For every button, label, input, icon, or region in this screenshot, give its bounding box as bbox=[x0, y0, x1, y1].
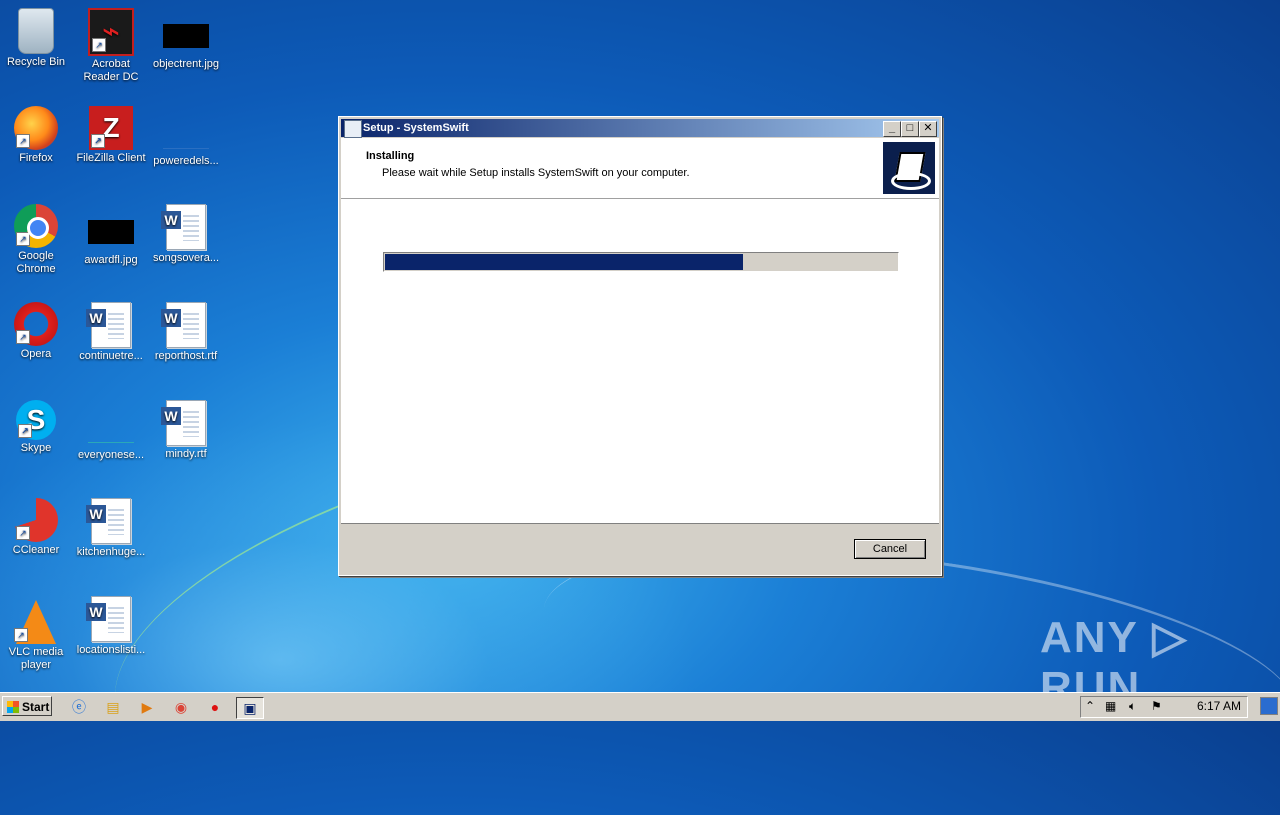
desktop-icon-reporthost[interactable]: W reporthost.rtf bbox=[148, 302, 224, 363]
maximize-button[interactable]: □ bbox=[901, 121, 919, 137]
taskbar: Start ⓔ ▤ ▶ ◉ ● ▣ ⌃ ▦ 🔈︎ ⚑ 6:17 AM bbox=[0, 692, 1280, 721]
shortcut-arrow-icon: ↗ bbox=[16, 526, 30, 540]
ccleaner-icon: ↗ bbox=[14, 498, 58, 542]
page-subtitle: Please wait while Setup installs SystemS… bbox=[382, 167, 690, 179]
clock[interactable]: 6:17 AM bbox=[1197, 699, 1241, 713]
icon-label: Skype bbox=[20, 442, 52, 454]
windows-logo-icon bbox=[7, 701, 19, 713]
icon-label: locationslisti... bbox=[76, 644, 146, 656]
recycle-bin-icon bbox=[18, 8, 54, 54]
shortcut-arrow-icon: ↗ bbox=[18, 424, 32, 438]
desktop-icon-poweredels[interactable]: poweredels... bbox=[148, 106, 224, 168]
word-document-icon: W bbox=[86, 302, 131, 348]
desktop-icon-songsovera[interactable]: W songsovera... bbox=[148, 204, 224, 265]
page-title: Installing bbox=[366, 150, 415, 162]
show-desktop-button[interactable] bbox=[1260, 697, 1278, 715]
shortcut-arrow-icon: ↗ bbox=[16, 134, 30, 148]
desktop-icon-mindy[interactable]: W mindy.rtf bbox=[148, 400, 224, 461]
icon-label: everyonese... bbox=[77, 449, 145, 461]
word-document-icon: W bbox=[161, 302, 206, 348]
cancel-button[interactable]: Cancel bbox=[854, 539, 926, 559]
show-hidden-icons-icon[interactable]: ⌃ bbox=[1085, 699, 1095, 713]
setup-app-icon bbox=[344, 120, 362, 138]
word-document-icon: W bbox=[161, 400, 206, 446]
desktop-icon-opera[interactable]: ↗ Opera bbox=[0, 302, 74, 361]
start-button[interactable]: Start bbox=[2, 696, 52, 716]
icon-label: poweredels... bbox=[153, 155, 219, 167]
desktop-icon-filezilla[interactable]: Z ↗ FileZilla Client bbox=[73, 106, 149, 165]
file-icon bbox=[88, 440, 134, 443]
icon-label: Firefox bbox=[19, 152, 53, 164]
word-document-icon: W bbox=[161, 204, 206, 250]
image-file-icon bbox=[88, 220, 134, 244]
shortcut-arrow-icon: ↗ bbox=[14, 628, 28, 642]
firefox-icon: ↗ bbox=[14, 106, 58, 150]
desktop-icon-objectrent[interactable]: objectrent.jpg bbox=[148, 8, 224, 71]
icon-label: FileZilla Client bbox=[76, 152, 146, 164]
setup-window: Setup - SystemSwift _ □ ✕ Installing Ple… bbox=[338, 116, 942, 576]
desktop-icon-vlc[interactable]: ↗ VLC media player bbox=[0, 596, 74, 672]
filezilla-icon: Z ↗ bbox=[89, 106, 133, 150]
shortcut-arrow-icon: ↗ bbox=[16, 330, 30, 344]
desktop-icon-ccleaner[interactable]: ↗ CCleaner bbox=[0, 498, 74, 557]
installer-logo-icon bbox=[883, 142, 935, 194]
icon-label: Acrobat Reader DC bbox=[83, 58, 139, 83]
icon-label: mindy.rtf bbox=[165, 448, 207, 460]
desktop-icon-locationslisti[interactable]: W locationslisti... bbox=[73, 596, 149, 657]
shortcut-arrow-icon: ↗ bbox=[91, 134, 105, 148]
icon-label: kitchenhuge... bbox=[76, 546, 146, 558]
system-tray: ⌃ ▦ 🔈︎ ⚑ 6:17 AM bbox=[1080, 696, 1248, 718]
action-center-flag-icon[interactable]: ⚑ bbox=[1151, 699, 1162, 713]
icon-label: continuetre... bbox=[79, 350, 143, 362]
desktop-icon-awardfl[interactable]: awardfl.jpg bbox=[73, 204, 149, 267]
vlc-icon: ↗ bbox=[12, 596, 60, 644]
icon-label: Google Chrome bbox=[16, 250, 56, 275]
desktop-icon-skype[interactable]: S ↗ Skype bbox=[0, 400, 74, 455]
shortcut-arrow-icon: ↗ bbox=[92, 38, 106, 52]
image-file-icon bbox=[163, 24, 209, 48]
acrobat-icon: ⌁ ↗ bbox=[88, 8, 134, 56]
desktop-icon-everyonese[interactable]: everyonese... bbox=[73, 400, 149, 462]
opera-icon[interactable]: ● bbox=[204, 697, 226, 717]
explorer-icon[interactable]: ▤ bbox=[102, 697, 124, 717]
icon-label: songsovera... bbox=[152, 252, 220, 264]
start-label: Start bbox=[22, 700, 50, 714]
title-bar[interactable]: Setup - SystemSwift _ □ ✕ bbox=[341, 119, 939, 138]
media-player-icon[interactable]: ▶ bbox=[136, 697, 158, 717]
desktop-icon-chrome[interactable]: ↗ Google Chrome bbox=[0, 204, 74, 276]
shortcut-arrow-icon: ↗ bbox=[16, 232, 30, 246]
volume-icon[interactable]: 🔈︎ bbox=[1129, 699, 1136, 714]
wizard-header: Installing Please wait while Setup insta… bbox=[341, 138, 939, 199]
icon-label: VLC media player bbox=[8, 646, 64, 671]
ie-icon[interactable]: ⓔ bbox=[68, 697, 90, 717]
skype-icon: S ↗ bbox=[16, 400, 56, 440]
icon-label: objectrent.jpg bbox=[152, 58, 220, 70]
setup-taskbar-button[interactable]: ▣ bbox=[236, 697, 264, 719]
wizard-body bbox=[341, 199, 939, 524]
icon-label: awardfl.jpg bbox=[84, 254, 138, 266]
chrome-icon[interactable]: ◉ bbox=[170, 697, 192, 717]
desktop-icon-firefox[interactable]: ↗ Firefox bbox=[0, 106, 74, 165]
word-document-icon: W bbox=[86, 596, 131, 642]
progress-fill bbox=[385, 254, 743, 270]
file-icon bbox=[163, 146, 209, 149]
icon-label: reporthost.rtf bbox=[154, 350, 218, 362]
icon-label: Opera bbox=[20, 348, 52, 360]
install-progress-bar bbox=[383, 252, 899, 272]
desktop-icon-kitchenhuge[interactable]: W kitchenhuge... bbox=[73, 498, 149, 559]
desktop-icon-acrobat[interactable]: ⌁ ↗ Acrobat Reader DC bbox=[73, 8, 149, 84]
minimize-button[interactable]: _ bbox=[883, 121, 901, 137]
window-title: Setup - SystemSwift bbox=[363, 122, 469, 134]
close-button[interactable]: ✕ bbox=[919, 121, 937, 137]
opera-icon: ↗ bbox=[14, 302, 58, 346]
icon-label: CCleaner bbox=[12, 544, 60, 556]
word-document-icon: W bbox=[86, 498, 131, 544]
desktop-icon-continuetre[interactable]: W continuetre... bbox=[73, 302, 149, 363]
desktop-icon-recycle-bin[interactable]: Recycle Bin bbox=[0, 8, 74, 69]
icon-label: Recycle Bin bbox=[6, 56, 66, 68]
network-icon[interactable]: ▦ bbox=[1105, 699, 1116, 713]
chrome-icon: ↗ bbox=[14, 204, 58, 248]
